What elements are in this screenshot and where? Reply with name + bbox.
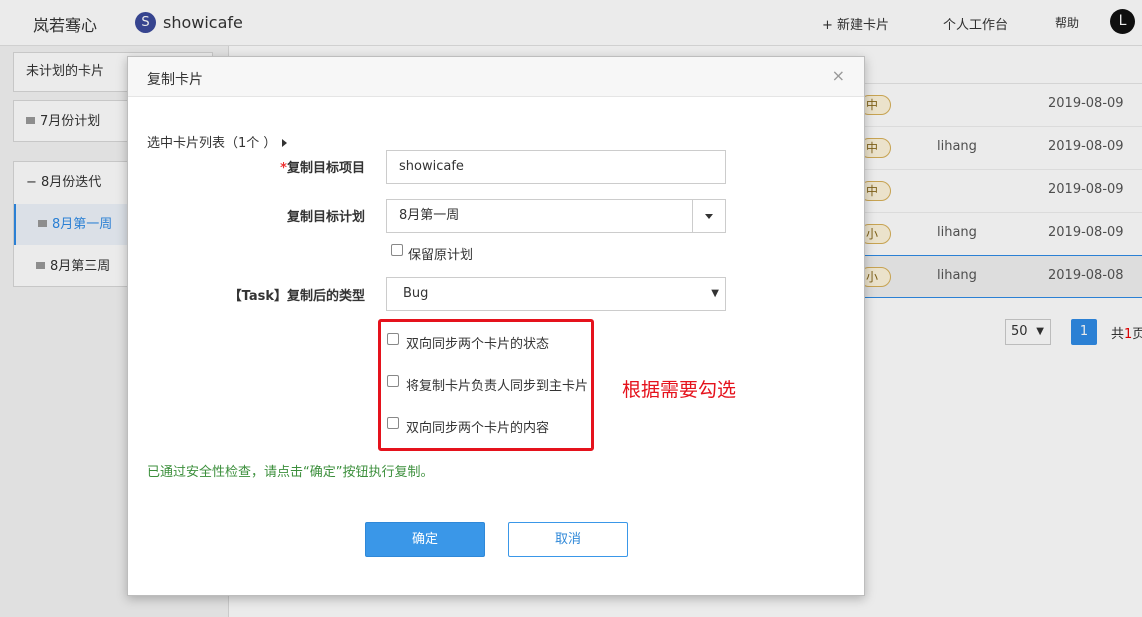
target-plan-select[interactable]: 8月第一周 — [386, 199, 726, 233]
close-icon[interactable]: × — [832, 66, 845, 85]
type-label: 【Task】复制后的类型 — [228, 289, 365, 304]
copy-card-dialog: 复制卡片 × 选中卡片列表（1个 ） *复制目标项目 showicafe 复制目… — [127, 56, 865, 596]
target-project-label: *复制目标项目 — [280, 157, 365, 176]
type-value: Bug — [403, 286, 429, 301]
target-plan-value: 8月第一周 — [399, 208, 460, 223]
dialog-title: 复制卡片 — [147, 72, 203, 88]
cancel-button[interactable]: 取消 — [508, 522, 628, 557]
dialog-header: 复制卡片 × — [128, 57, 864, 97]
selected-cards-label: 选中卡片列表（1个 ） — [147, 136, 277, 151]
keep-plan-checkbox[interactable] — [391, 244, 403, 256]
type-select[interactable]: Bug ▼ — [386, 277, 726, 311]
target-plan-dropdown-button[interactable] — [692, 200, 725, 232]
security-notice: 已通过安全性检查，请点击“确定”按钮执行复制。 — [147, 465, 434, 480]
chevron-down-icon: ▼ — [711, 288, 719, 299]
target-plan-label: 复制目标计划 — [286, 210, 365, 225]
annotation-highlight-box — [378, 319, 594, 451]
keep-plan-label: 保留原计划 — [408, 248, 474, 263]
caret-right-icon — [282, 139, 288, 147]
target-project-label-text: 复制目标项目 — [286, 161, 365, 176]
target-project-input[interactable]: showicafe — [386, 150, 726, 184]
required-mark: * — [280, 161, 287, 176]
selected-cards-toggle[interactable]: 选中卡片列表（1个 ） — [147, 132, 288, 151]
annotation-text: 根据需要勾选 — [622, 379, 737, 401]
caret-down-icon — [705, 214, 713, 219]
confirm-button[interactable]: 确定 — [365, 522, 485, 557]
